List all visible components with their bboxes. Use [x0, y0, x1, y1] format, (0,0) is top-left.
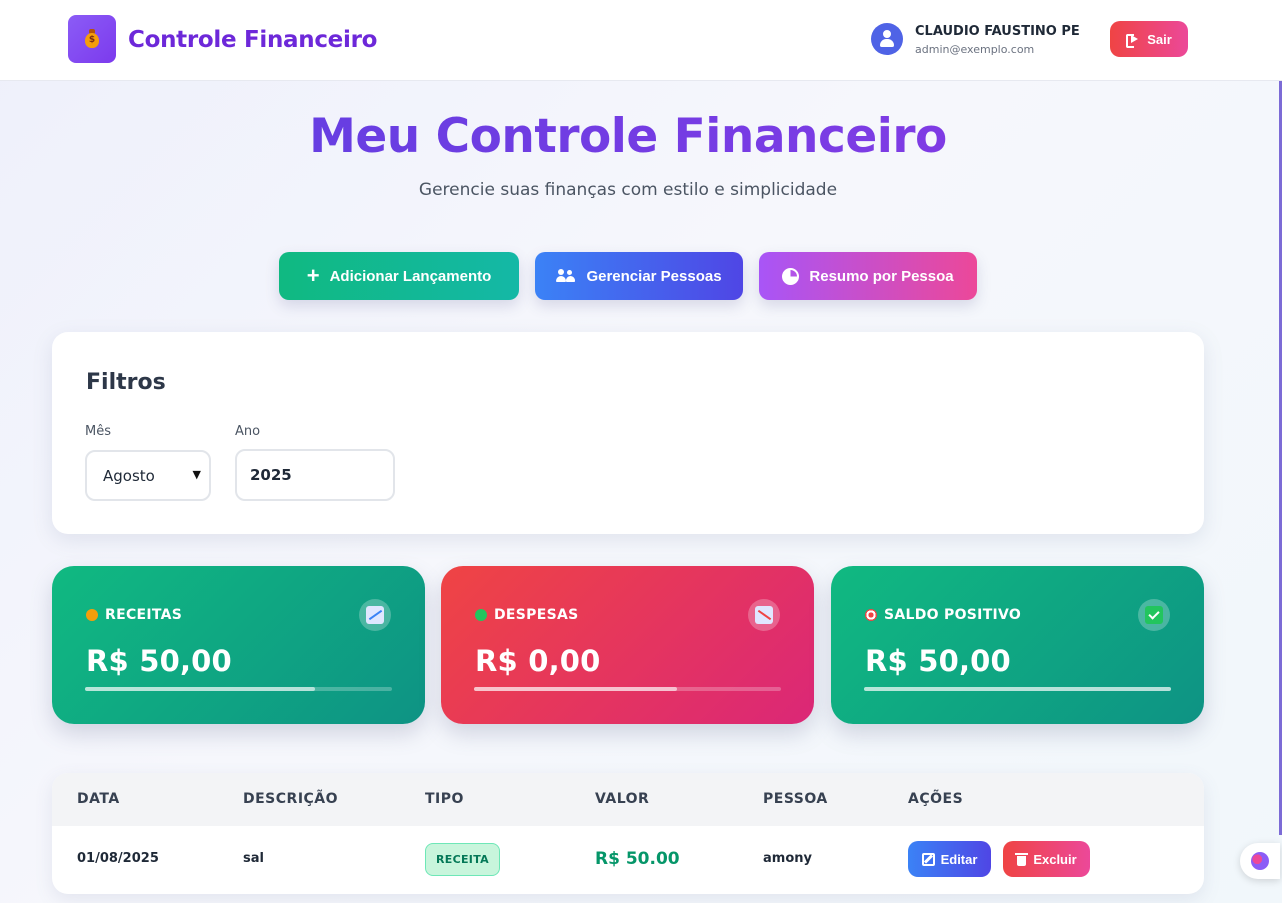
entries-table: DATA DESCRIÇÃO TIPO VALOR PESSOA AÇÕES 0… — [52, 773, 1204, 894]
month-value: Agosto — [103, 466, 155, 485]
cell-person: amony — [763, 851, 812, 866]
chart-down-icon — [748, 599, 780, 631]
year-value: 2025 — [250, 466, 292, 484]
pie-chart-icon — [782, 267, 800, 285]
balance-value: R$ 50,00 — [865, 644, 1011, 678]
expense-progress — [474, 687, 781, 691]
edit-label: Editar — [940, 851, 978, 867]
filters-card: Filtros Mês Agosto ▼ Ano 2025 — [52, 332, 1204, 534]
top-header: $ Controle Financeiro CLAUDIO FAUSTINO P… — [0, 0, 1282, 81]
edit-icon — [921, 852, 935, 866]
page-title: Meu Controle Financeiro — [0, 109, 1256, 164]
month-select[interactable]: Agosto ▼ — [85, 450, 211, 501]
brand-title: Controle Financeiro — [128, 27, 378, 53]
balance-card: SALDO POSITIVO R$ 50,00 — [831, 566, 1204, 724]
trash-icon — [1015, 852, 1029, 866]
money-bag-icon: $ — [68, 15, 116, 63]
target-icon — [865, 609, 877, 621]
balance-label-row: SALDO POSITIVO — [865, 607, 1021, 623]
income-label: RECEITAS — [105, 607, 183, 623]
cell-value: R$ 50.00 — [595, 849, 680, 869]
expense-label-row: DESPESAS — [475, 607, 579, 623]
edit-button[interactable]: Editar — [908, 841, 991, 877]
filters-title: Filtros — [86, 370, 166, 395]
income-value: R$ 50,00 — [86, 644, 232, 678]
add-entry-label: Adicionar Lançamento — [329, 267, 492, 285]
add-entry-button[interactable]: + Adicionar Lançamento — [279, 252, 519, 300]
manage-people-button[interactable]: Gerenciar Pessoas — [535, 252, 743, 300]
delete-button[interactable]: Excluir — [1003, 841, 1090, 877]
user-name: CLAUDIO FAUSTINO PE... — [915, 24, 1080, 39]
type-badge: RECEITA — [425, 843, 500, 876]
year-label: Ano — [235, 424, 261, 439]
money-wings-icon — [475, 609, 487, 621]
month-label: Mês — [85, 424, 111, 439]
column-header-type[interactable]: TIPO — [425, 791, 464, 807]
user-avatar-icon[interactable] — [871, 23, 903, 55]
expense-label: DESPESAS — [494, 607, 579, 623]
column-header-date[interactable]: DATA — [77, 791, 120, 807]
summary-by-person-button[interactable]: Resumo por Pessoa — [759, 252, 977, 300]
delete-label: Excluir — [1033, 851, 1077, 867]
sign-out-icon — [1126, 33, 1140, 48]
balance-label: SALDO POSITIVO — [884, 607, 1022, 623]
summary-by-person-label: Resumo por Pessoa — [809, 267, 954, 285]
user-email: admin@exemplo.com — [915, 43, 1035, 56]
table-header: DATA DESCRIÇÃO TIPO VALOR PESSOA AÇÕES — [52, 773, 1204, 826]
column-header-value[interactable]: VALOR — [595, 791, 649, 807]
income-progress — [85, 687, 392, 691]
income-card: RECEITAS R$ 50,00 — [52, 566, 425, 724]
check-icon — [1138, 599, 1170, 631]
year-input[interactable]: 2025 — [235, 449, 395, 501]
column-header-person[interactable]: PESSOA — [763, 791, 828, 807]
manage-people-label: Gerenciar Pessoas — [586, 267, 722, 285]
logout-label: Sair — [1147, 31, 1172, 47]
users-icon — [556, 269, 576, 283]
money-bag-icon — [86, 609, 98, 621]
income-label-row: RECEITAS — [86, 607, 182, 623]
chart-up-icon — [359, 599, 391, 631]
cell-date: 01/08/2025 — [77, 851, 159, 866]
plus-icon: + — [306, 263, 320, 288]
page-subtitle: Gerencie suas finanças com estilo e simp… — [418, 180, 838, 200]
brain-icon — [1251, 852, 1269, 870]
logout-button[interactable]: Sair — [1110, 21, 1188, 57]
balance-progress — [864, 687, 1171, 691]
column-header-description[interactable]: DESCRIÇÃO — [243, 791, 338, 807]
cell-description: sal — [243, 851, 264, 866]
chevron-down-icon: ▼ — [192, 468, 201, 481]
assistant-button[interactable] — [1240, 843, 1280, 879]
expense-card: DESPESAS R$ 0,00 — [441, 566, 814, 724]
column-header-actions: AÇÕES — [908, 791, 964, 807]
expense-value: R$ 0,00 — [475, 644, 601, 678]
